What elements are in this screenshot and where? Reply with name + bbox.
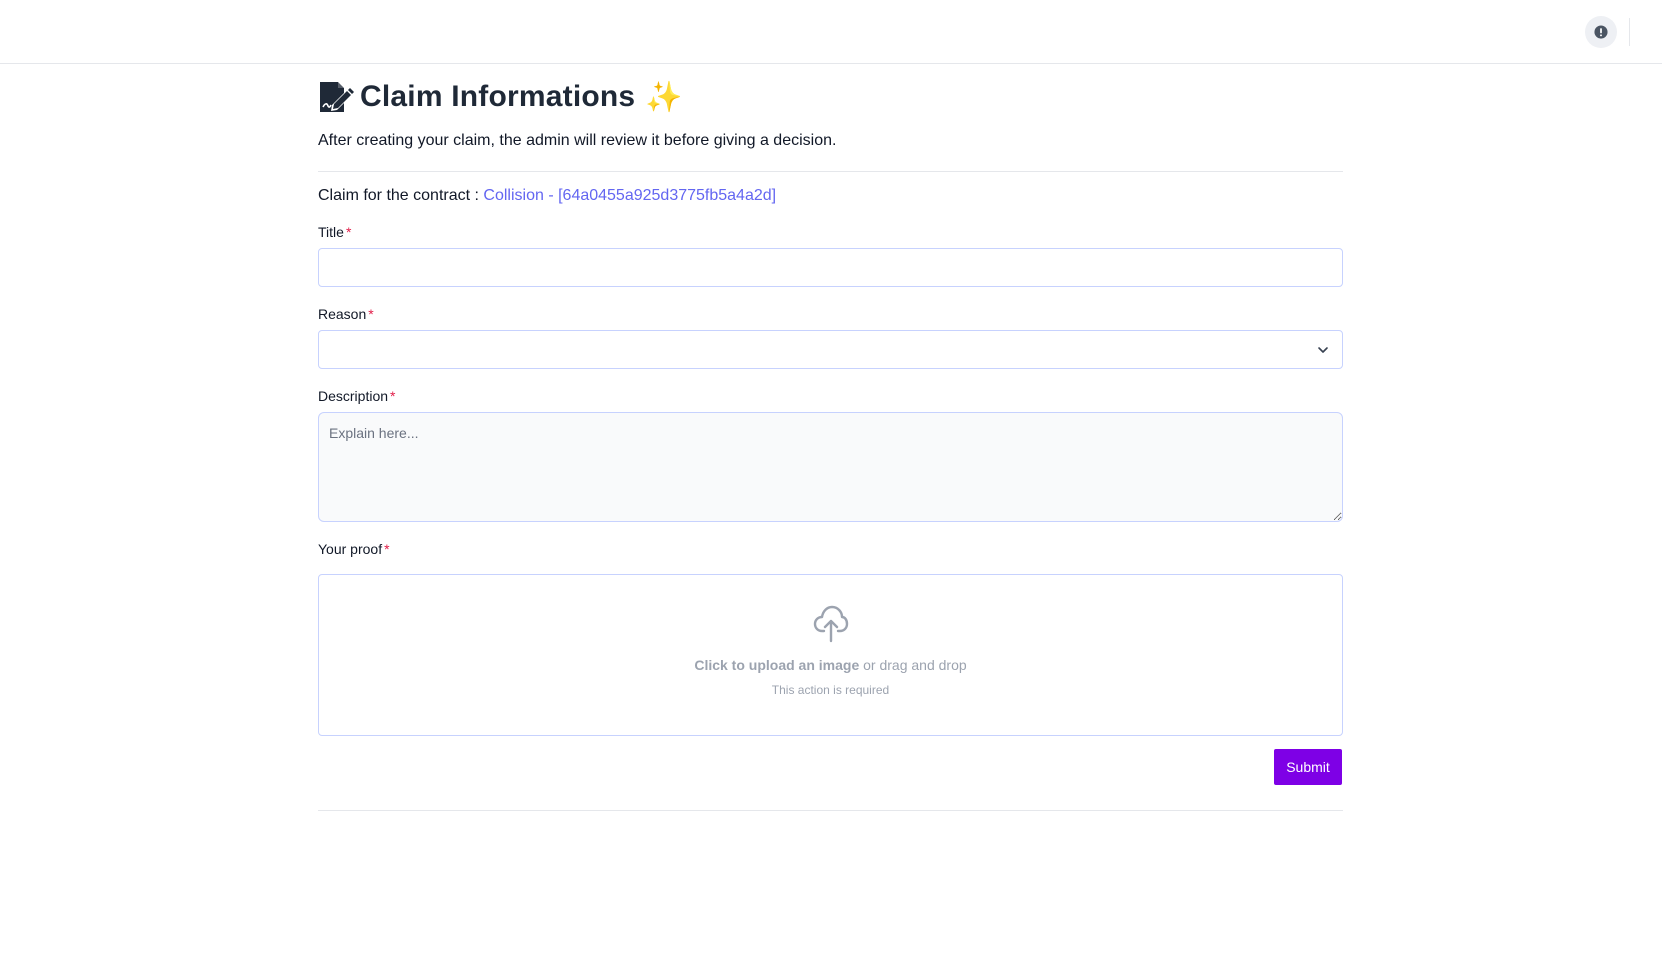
title-label: Title *	[318, 224, 1343, 241]
title-label-text: Title	[318, 224, 344, 240]
upload-required-text: This action is required	[771, 683, 890, 697]
file-signature-icon	[320, 82, 354, 112]
reason-label-text: Reason	[318, 306, 367, 322]
upload-cta[interactable]: Click to upload an image	[694, 657, 859, 673]
claim-form-section: Claim Informations ✨ After creating your…	[318, 64, 1343, 811]
contract-link[interactable]: Collision - [64a0455a925d3775fb5a4a2d]	[483, 187, 776, 204]
required-mark: *	[390, 388, 396, 404]
topbar-divider	[1629, 18, 1630, 46]
contract-line: Claim for the contract : Collision - [64…	[318, 187, 1343, 205]
proof-label: Your proof *	[318, 541, 1343, 558]
upload-hint: or drag and drop	[859, 657, 967, 673]
cloud-upload-icon	[813, 605, 848, 643]
divider	[318, 171, 1343, 172]
description-textarea[interactable]	[318, 412, 1343, 522]
required-mark: *	[368, 306, 374, 322]
submit-button[interactable]: Submit	[1274, 749, 1342, 785]
submit-row: Submit	[318, 749, 1343, 785]
reason-select[interactable]	[318, 330, 1343, 369]
upload-instructions: Click to upload an image or drag and dro…	[694, 657, 966, 673]
required-mark: *	[384, 541, 390, 557]
proof-label-text: Your proof	[318, 541, 383, 557]
description-label-text: Description	[318, 388, 389, 404]
proof-upload-dropzone[interactable]: Click to upload an image or drag and dro…	[318, 574, 1343, 736]
page-title: Claim Informations	[360, 80, 636, 113]
sparkles-emoji: ✨	[645, 80, 683, 114]
page-heading: Claim Informations ✨	[318, 64, 1343, 126]
contract-prefix: Claim for the contract :	[318, 187, 479, 204]
page-subtitle: After creating your claim, the admin wil…	[318, 132, 837, 149]
description-label: Description *	[318, 388, 1343, 405]
alert-button[interactable]	[1585, 16, 1617, 48]
chevron-down-icon	[1318, 347, 1328, 353]
top-bar	[0, 0, 1662, 64]
required-mark: *	[345, 224, 352, 240]
reason-label: Reason *	[318, 306, 1343, 323]
title-input[interactable]	[318, 248, 1343, 287]
divider	[318, 810, 1343, 811]
exclamation-circle-icon	[1594, 25, 1608, 39]
